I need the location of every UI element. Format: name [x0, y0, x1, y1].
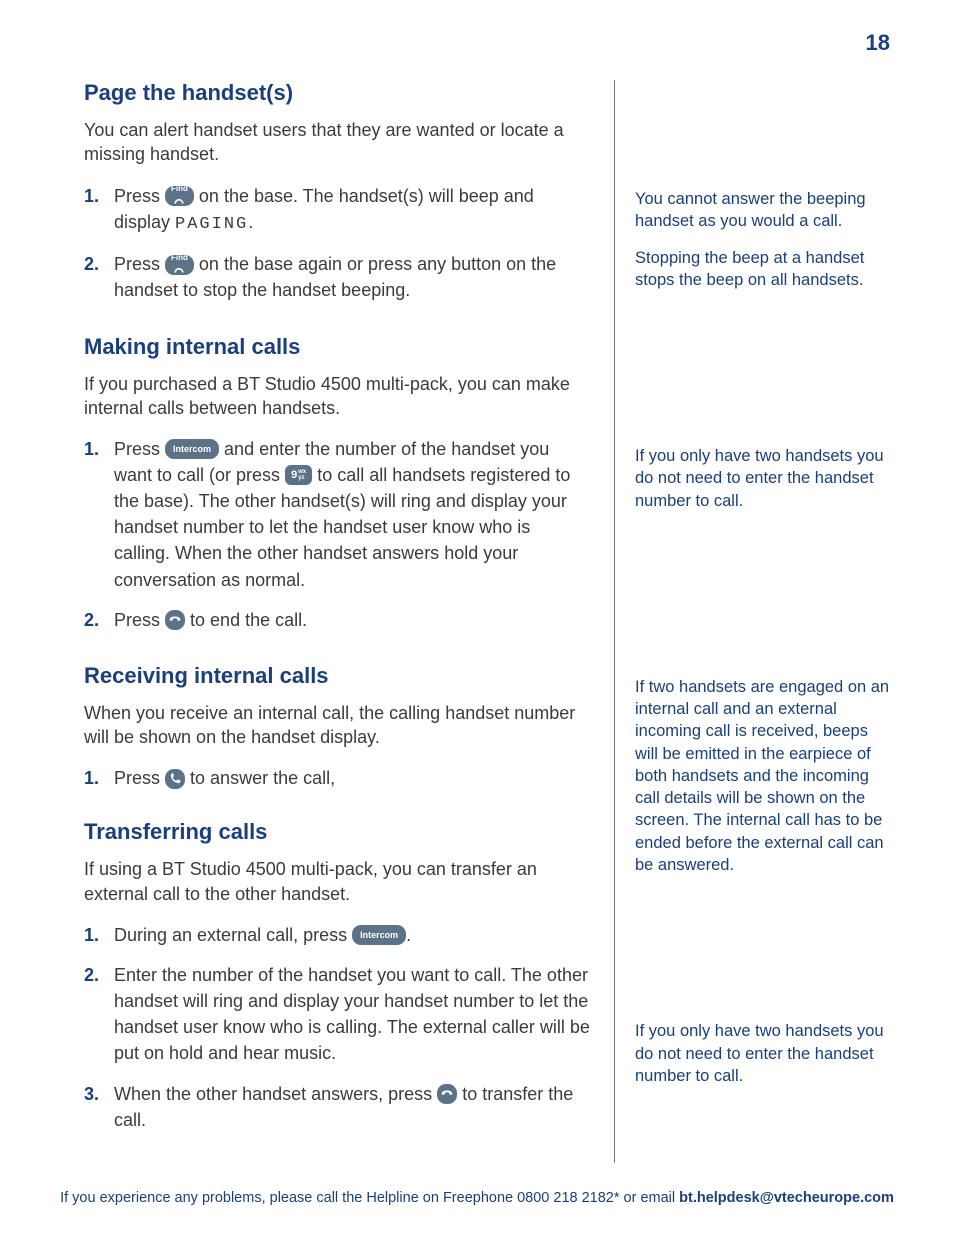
step-number: 1. [84, 922, 114, 948]
find-key-icon: Find [165, 186, 194, 206]
section-making-internal: Making internal calls If you purchased a… [84, 334, 590, 633]
heading-page-handsets: Page the handset(s) [84, 80, 590, 106]
talk-key-icon [165, 769, 185, 789]
phone-icon [168, 772, 182, 786]
page-number: 18 [866, 30, 890, 56]
find-key-icon: Find [165, 255, 194, 275]
step-number: 1. [84, 183, 114, 238]
step: 3. When the other handset answers, press… [84, 1081, 590, 1133]
side-note: If you only have two handsets you do not… [635, 1020, 892, 1087]
step-number: 2. [84, 607, 114, 633]
step-number: 1. [84, 436, 114, 593]
intro-page-handsets: You can alert handset users that they ar… [84, 118, 590, 167]
section-transferring: Transferring calls If using a BT Studio … [84, 819, 590, 1132]
key-sublabel: wxyz [298, 469, 306, 481]
steps-page-handsets: 1. Press Find on the base. The handset(s… [84, 183, 590, 304]
hangup-icon [440, 1087, 454, 1101]
spacer [635, 305, 892, 445]
step: 1. During an external call, press Interc… [84, 922, 590, 948]
intercom-key-icon: Intercom [352, 925, 406, 945]
display-text-paging: PAGING [175, 215, 248, 234]
step-body: Press Intercom and enter the number of t… [114, 436, 590, 593]
key-label: Find [171, 185, 188, 193]
side-note: If you only have two handsets you do not… [635, 445, 892, 512]
text: to end the call. [190, 610, 307, 630]
text: Press [114, 254, 165, 274]
intercom-key-icon: Intercom [165, 439, 219, 459]
section-page-handsets: Page the handset(s) You can alert handse… [84, 80, 590, 304]
step: 1. Press Intercom and enter the number o… [84, 436, 590, 593]
text: Press [114, 186, 165, 206]
side-column: You cannot answer the beeping handset as… [614, 80, 892, 1163]
step: 2. Enter the number of the handset you w… [84, 962, 590, 1066]
end-call-key-icon [437, 1084, 457, 1104]
heading-transferring: Transferring calls [84, 819, 590, 845]
hangup-icon [168, 613, 182, 627]
spacer [635, 890, 892, 1020]
text: Press [114, 610, 165, 630]
step: 1. Press to answer the call, [84, 765, 590, 791]
step-number: 2. [84, 962, 114, 1066]
text: . [248, 212, 253, 232]
step: 1. Press Find on the base. The handset(s… [84, 183, 590, 238]
main-column: Page the handset(s) You can alert handse… [84, 80, 614, 1163]
step-number: 2. [84, 251, 114, 303]
step-number: 1. [84, 765, 114, 791]
end-call-key-icon [165, 610, 185, 630]
step-body: During an external call, press Intercom. [114, 922, 590, 948]
spacer [635, 526, 892, 676]
text: During an external call, press [114, 925, 352, 945]
heading-making-internal: Making internal calls [84, 334, 590, 360]
text: . [406, 925, 411, 945]
step-body: Press Find on the base again or press an… [114, 251, 590, 303]
steps-receiving-internal: 1. Press to answer the call, [84, 765, 590, 791]
intro-making-internal: If you purchased a BT Studio 4500 multi-… [84, 372, 590, 421]
intro-receiving-internal: When you receive an internal call, the c… [84, 701, 590, 750]
text: When the other handset answers, press [114, 1084, 437, 1104]
signal-icon [172, 193, 186, 207]
footer: If you experience any problems, please c… [0, 1190, 954, 1206]
section-receiving-internal: Receiving internal calls When you receiv… [84, 663, 590, 792]
text: Press [114, 768, 165, 788]
footer-email: bt.helpdesk@vtecheurope.com [679, 1190, 894, 1206]
step: 2. Press Find on the base again or press… [84, 251, 590, 303]
signal-icon [172, 262, 186, 276]
step-body: Press to end the call. [114, 607, 590, 633]
step-number: 3. [84, 1081, 114, 1133]
text: to answer the call, [190, 768, 335, 788]
step-body: Press Find on the base. The handset(s) w… [114, 183, 590, 238]
side-note: If two handsets are engaged on an intern… [635, 676, 892, 876]
key-label: Find [171, 254, 188, 262]
page-body: Page the handset(s) You can alert handse… [84, 80, 892, 1163]
step-body: Enter the number of the handset you want… [114, 962, 590, 1066]
key-label: 9 [291, 470, 297, 481]
nine-key-icon: 9wxyz [285, 465, 312, 485]
side-note: Stopping the beep at a handset stops the… [635, 247, 892, 292]
intro-transferring: If using a BT Studio 4500 multi-pack, yo… [84, 857, 590, 906]
footer-text: If you experience any problems, please c… [60, 1190, 679, 1206]
step-body: Press to answer the call, [114, 765, 590, 791]
steps-transferring: 1. During an external call, press Interc… [84, 922, 590, 1133]
text: Press [114, 439, 165, 459]
step: 2. Press to end the call. [84, 607, 590, 633]
steps-making-internal: 1. Press Intercom and enter the number o… [84, 436, 590, 633]
step-body: When the other handset answers, press to… [114, 1081, 590, 1133]
spacer [635, 80, 892, 188]
side-note: You cannot answer the beeping handset as… [635, 188, 892, 233]
heading-receiving-internal: Receiving internal calls [84, 663, 590, 689]
